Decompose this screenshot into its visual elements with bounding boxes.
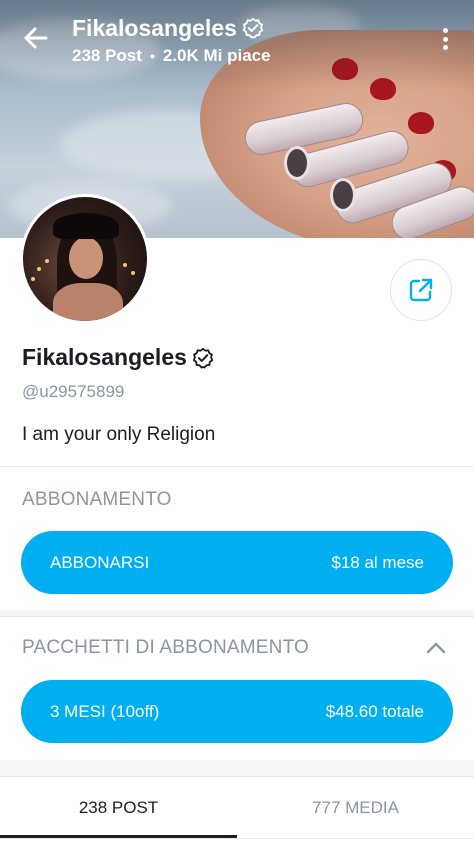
profile-name-text: Fikalosangeles <box>22 344 187 370</box>
subscribe-button-label: ABBONARSI <box>50 552 150 572</box>
subscribe-button-price: $18 al mese <box>331 552 424 572</box>
share-button[interactable] <box>390 259 452 321</box>
divider <box>0 466 474 467</box>
profile-name: Fikalosangeles <box>22 344 214 371</box>
tab-posts[interactable]: 238 POST <box>0 778 237 838</box>
profile-handle: @u29575899 <box>22 382 125 401</box>
bundle-button-label: 3 MESI (10off) <box>50 701 160 721</box>
stats-separator: • <box>149 48 155 64</box>
profile-bio: I am your only Religion <box>22 424 216 445</box>
bundle-button[interactable]: 3 MESI (10off) $48.60 totale <box>21 680 453 743</box>
header-stats: 238 Post • 2.0K Mi piace <box>72 46 271 66</box>
divider <box>0 838 474 839</box>
arrow-left-icon[interactable] <box>20 22 52 54</box>
tab-media[interactable]: 777 MEDIA <box>237 778 474 838</box>
verified-badge-icon <box>192 347 214 368</box>
posts-count: 238 Post <box>72 46 142 65</box>
header-title-text: Fikalosangeles <box>72 15 237 41</box>
bundles-label: PACCHETTI DI ABBONAMENTO <box>22 637 310 658</box>
divider <box>0 616 474 617</box>
subscription-label: ABBONAMENTO <box>22 489 172 510</box>
chevron-up-icon[interactable] <box>425 640 447 656</box>
header-title-block: Fikalosangeles 238 Post • 2.0K Mi piace <box>72 14 271 66</box>
verified-badge-icon <box>242 17 264 39</box>
bundle-button-price: $48.60 totale <box>325 701 424 721</box>
avatar[interactable] <box>20 194 150 324</box>
section-separator <box>0 760 474 776</box>
subscribe-button[interactable]: ABBONARSI $18 al mese <box>21 531 453 594</box>
share-icon <box>409 278 433 302</box>
header-title: Fikalosangeles <box>72 14 271 42</box>
more-vertical-icon[interactable] <box>434 24 456 54</box>
header-bar: Fikalosangeles 238 Post • 2.0K Mi piace <box>0 0 474 80</box>
divider <box>0 776 474 777</box>
likes-count: 2.0K Mi piace <box>162 46 271 65</box>
content-tabs: 238 POST 777 MEDIA <box>0 778 474 838</box>
